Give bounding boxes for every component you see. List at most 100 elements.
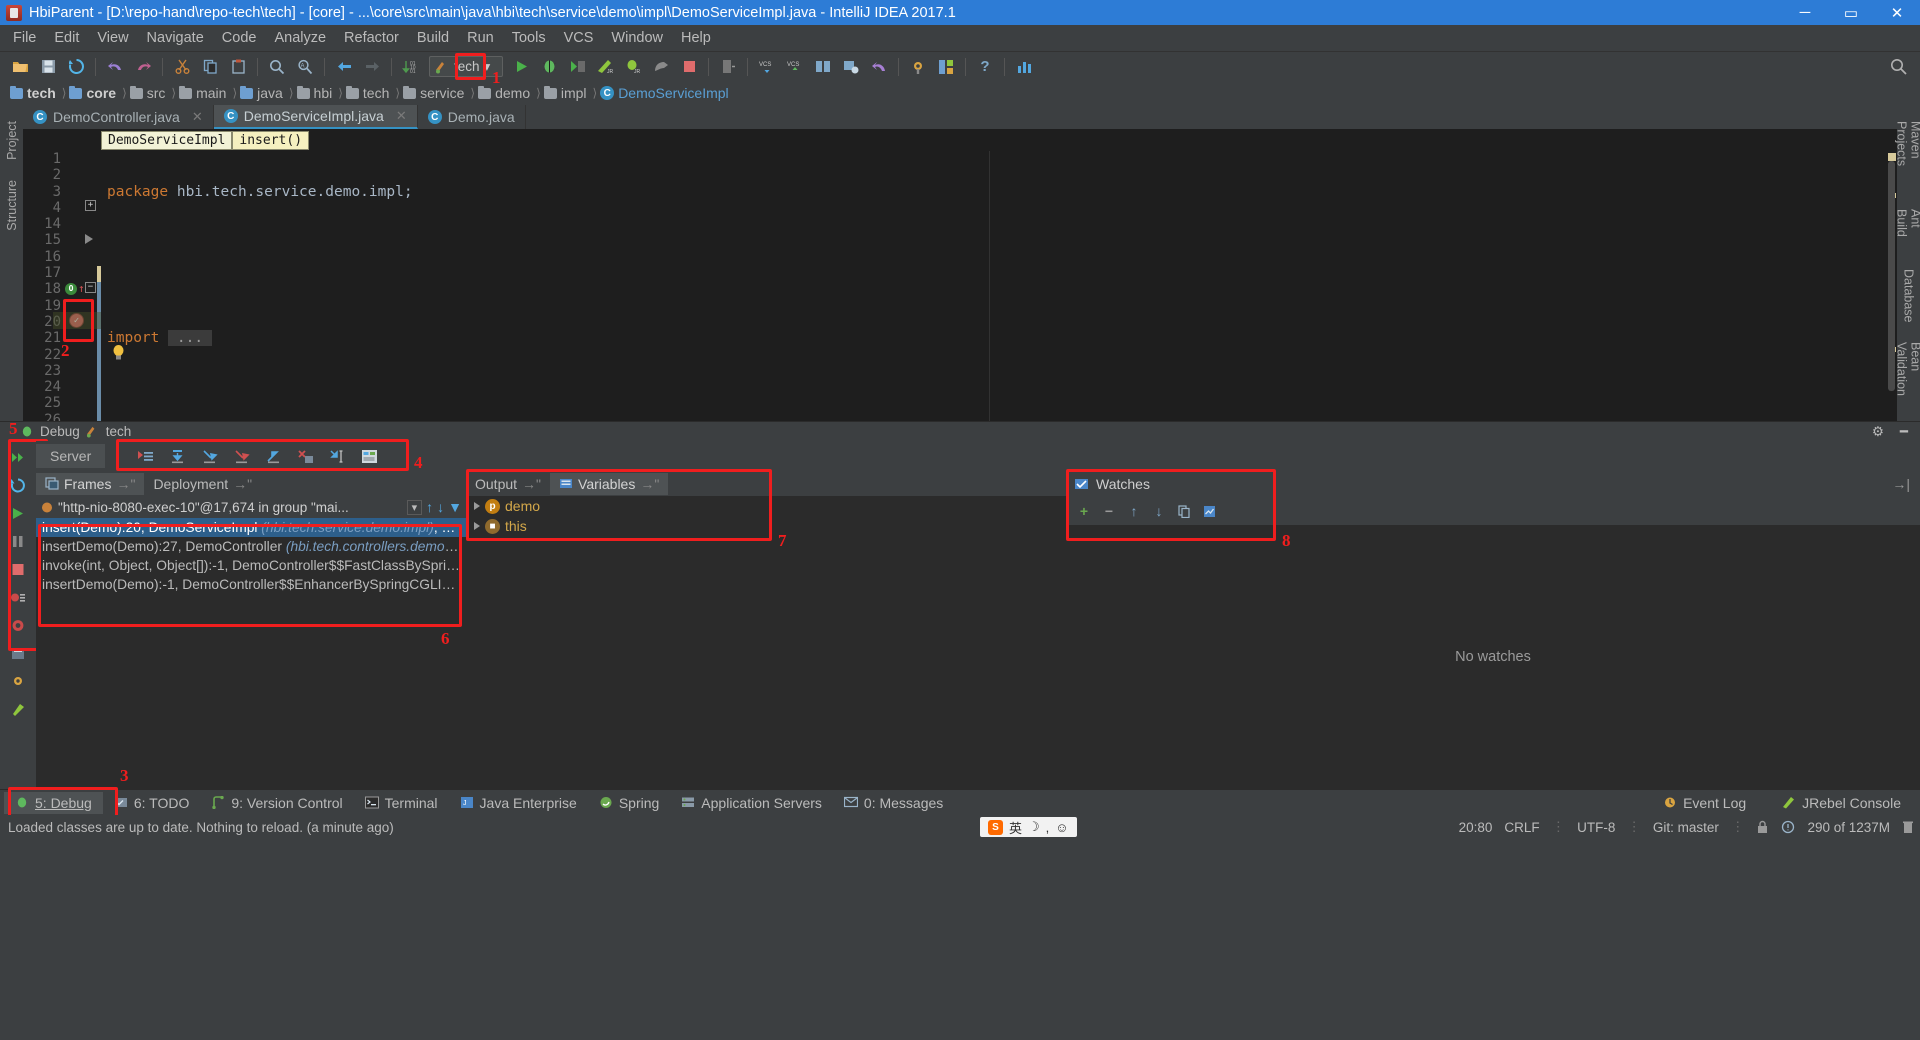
menu-build[interactable]: Build bbox=[408, 27, 458, 49]
breadcrumb-item-hbi[interactable]: hbi bbox=[295, 85, 338, 101]
tab-demo[interactable]: C Demo.java bbox=[418, 105, 526, 129]
sync-refresh-icon[interactable] bbox=[63, 55, 89, 79]
toolwindow-button-version-control[interactable]: 9: Version Control bbox=[200, 792, 353, 814]
minimize-button[interactable]: ─ bbox=[1782, 0, 1828, 25]
structure-chip-class[interactable]: DemoServiceImpl bbox=[101, 131, 232, 150]
pin-icon[interactable] bbox=[6, 697, 30, 721]
close-icon[interactable]: ✕ bbox=[396, 108, 407, 124]
breadcrumb-item-src[interactable]: src bbox=[128, 85, 171, 101]
sidebar-item-ant-build[interactable]: Ant Build bbox=[1895, 199, 1920, 259]
menu-run[interactable]: Run bbox=[458, 27, 503, 49]
analyze-bars-icon[interactable] bbox=[1011, 55, 1037, 79]
vcs-history-icon[interactable] bbox=[810, 55, 836, 79]
ime-comma-icon[interactable]: , bbox=[1046, 820, 1050, 835]
search-everywhere-icon[interactable] bbox=[1885, 55, 1911, 79]
save-all-icon[interactable] bbox=[35, 55, 61, 79]
breadcrumb-item-demo[interactable]: demo bbox=[476, 85, 535, 101]
code-text[interactable]: package hbi.tech.service.demo.impl; impo… bbox=[101, 151, 1885, 421]
menu-refactor[interactable]: Refactor bbox=[335, 27, 408, 49]
open-folder-icon[interactable] bbox=[7, 55, 33, 79]
stop-icon[interactable] bbox=[676, 55, 702, 79]
menu-file[interactable]: File bbox=[4, 27, 45, 49]
sidebar-item-structure[interactable]: Structure bbox=[5, 170, 19, 241]
close-button[interactable]: ✕ bbox=[1874, 0, 1920, 25]
jrebel-debug-icon[interactable]: JR bbox=[620, 55, 646, 79]
back-icon[interactable] bbox=[331, 55, 357, 79]
exit-icon[interactable] bbox=[715, 55, 741, 79]
vcs-commit-icon[interactable]: VCS bbox=[782, 55, 808, 79]
toolwindow-button-spring[interactable]: Spring bbox=[588, 792, 670, 814]
breadcrumb-item-class[interactable]: CDemoServiceImpl bbox=[598, 85, 733, 101]
debug-hide-icon[interactable]: ━ bbox=[1900, 424, 1908, 440]
fold-expand-icon[interactable]: + bbox=[85, 200, 96, 211]
ime-moon-icon[interactable]: ☽ bbox=[1028, 819, 1040, 835]
lock-icon[interactable] bbox=[1756, 820, 1769, 834]
run-icon[interactable] bbox=[508, 55, 534, 79]
breadcrumb-item-tech-module[interactable]: tech bbox=[8, 85, 61, 101]
breadcrumb-item-java[interactable]: java bbox=[238, 85, 288, 101]
menu-window[interactable]: Window bbox=[602, 27, 672, 49]
run-coverage-icon[interactable] bbox=[564, 55, 590, 79]
menu-edit[interactable]: Edit bbox=[45, 27, 88, 49]
layout-settings-icon[interactable] bbox=[6, 669, 30, 693]
breadcrumb-item-core[interactable]: core bbox=[67, 85, 121, 101]
ime-indicator[interactable]: S 英 ☽ , ☺ bbox=[980, 817, 1077, 837]
menu-analyze[interactable]: Analyze bbox=[265, 27, 335, 49]
maximize-button[interactable]: ▭ bbox=[1828, 0, 1874, 25]
breadcrumb-item-impl[interactable]: impl bbox=[542, 85, 592, 101]
menu-view[interactable]: View bbox=[88, 27, 137, 49]
help-icon[interactable]: ? bbox=[972, 55, 998, 79]
copy-icon[interactable] bbox=[197, 55, 223, 79]
tab-frames[interactable]: Frames→" bbox=[36, 473, 144, 495]
ime-language[interactable]: 英 bbox=[1009, 818, 1022, 837]
compile-icon[interactable]: 011001 bbox=[398, 55, 424, 79]
debug-icon[interactable] bbox=[536, 55, 562, 79]
breadcrumb-item-service[interactable]: service bbox=[401, 85, 469, 101]
toolwindow-button-java-enterprise[interactable]: J Java Enterprise bbox=[449, 792, 588, 814]
toolwindow-button-application-servers[interactable]: Application Servers bbox=[670, 792, 833, 814]
intention-bulb-icon[interactable] bbox=[111, 311, 126, 328]
thread-up-icon[interactable]: ↑ bbox=[426, 499, 433, 515]
menu-code[interactable]: Code bbox=[213, 27, 266, 49]
watches-collapse-icon[interactable]: →| bbox=[1892, 476, 1910, 492]
memory-indicator[interactable]: 290 of 1237M bbox=[1807, 820, 1890, 835]
breadcrumb-item-main[interactable]: main bbox=[177, 85, 231, 101]
jrebel-run-icon[interactable]: JR bbox=[592, 55, 618, 79]
sidebar-item-maven-projects[interactable]: Maven Projects bbox=[1895, 111, 1920, 199]
find-replace-icon[interactable]: A bbox=[292, 55, 318, 79]
menu-tools[interactable]: Tools bbox=[503, 27, 555, 49]
redo-icon[interactable] bbox=[130, 55, 156, 79]
ime-smile-icon[interactable]: ☺ bbox=[1055, 820, 1068, 835]
thread-down-icon[interactable]: ↓ bbox=[437, 499, 444, 515]
tab-deployment[interactable]: Deployment→" bbox=[144, 473, 261, 495]
revert-icon[interactable] bbox=[866, 55, 892, 79]
vcs-update-icon[interactable]: VCS bbox=[754, 55, 780, 79]
scrollbar-thumb[interactable] bbox=[1888, 161, 1895, 391]
breadcrumb-item-tech-pkg[interactable]: tech bbox=[344, 85, 394, 101]
code-editor[interactable]: 1 2 3 4 14 15 16 17 18 19 20 21 22 23 24… bbox=[23, 151, 1897, 421]
analyze-icon[interactable] bbox=[1781, 820, 1795, 834]
cut-icon[interactable] bbox=[169, 55, 195, 79]
project-structure-icon[interactable] bbox=[933, 55, 959, 79]
implementing-method-icon[interactable]: O ↑ bbox=[65, 282, 85, 295]
find-icon[interactable] bbox=[264, 55, 290, 79]
toolwindow-button-terminal[interactable]: Terminal bbox=[354, 792, 449, 814]
git-branch[interactable]: Git: master bbox=[1653, 820, 1719, 835]
profile-icon[interactable] bbox=[648, 55, 674, 79]
menu-help[interactable]: Help bbox=[672, 27, 720, 49]
close-icon[interactable]: ✕ bbox=[192, 109, 203, 125]
undo-icon[interactable] bbox=[102, 55, 128, 79]
run-method-gutter-icon[interactable] bbox=[85, 234, 93, 244]
window-controls[interactable]: ─ ▭ ✕ bbox=[1782, 0, 1920, 25]
tab-demoserviceimpl[interactable]: C DemoServiceImpl.java ✕ bbox=[214, 105, 418, 129]
toolwindow-button-messages[interactable]: 0: Messages bbox=[833, 792, 954, 814]
paste-icon[interactable] bbox=[225, 55, 251, 79]
menu-vcs[interactable]: VCS bbox=[555, 27, 603, 49]
chevron-down-icon[interactable]: ▾ bbox=[407, 500, 423, 515]
editor-scrollbar[interactable] bbox=[1885, 151, 1897, 421]
tab-server[interactable]: Server bbox=[36, 444, 105, 468]
editor-gutter[interactable]: 1 2 3 4 14 15 16 17 18 19 20 21 22 23 24… bbox=[23, 151, 101, 421]
sidebar-item-database[interactable]: Database bbox=[1902, 259, 1916, 333]
tab-democontroller[interactable]: C DemoController.java ✕ bbox=[23, 105, 214, 129]
menu-navigate[interactable]: Navigate bbox=[138, 27, 213, 49]
